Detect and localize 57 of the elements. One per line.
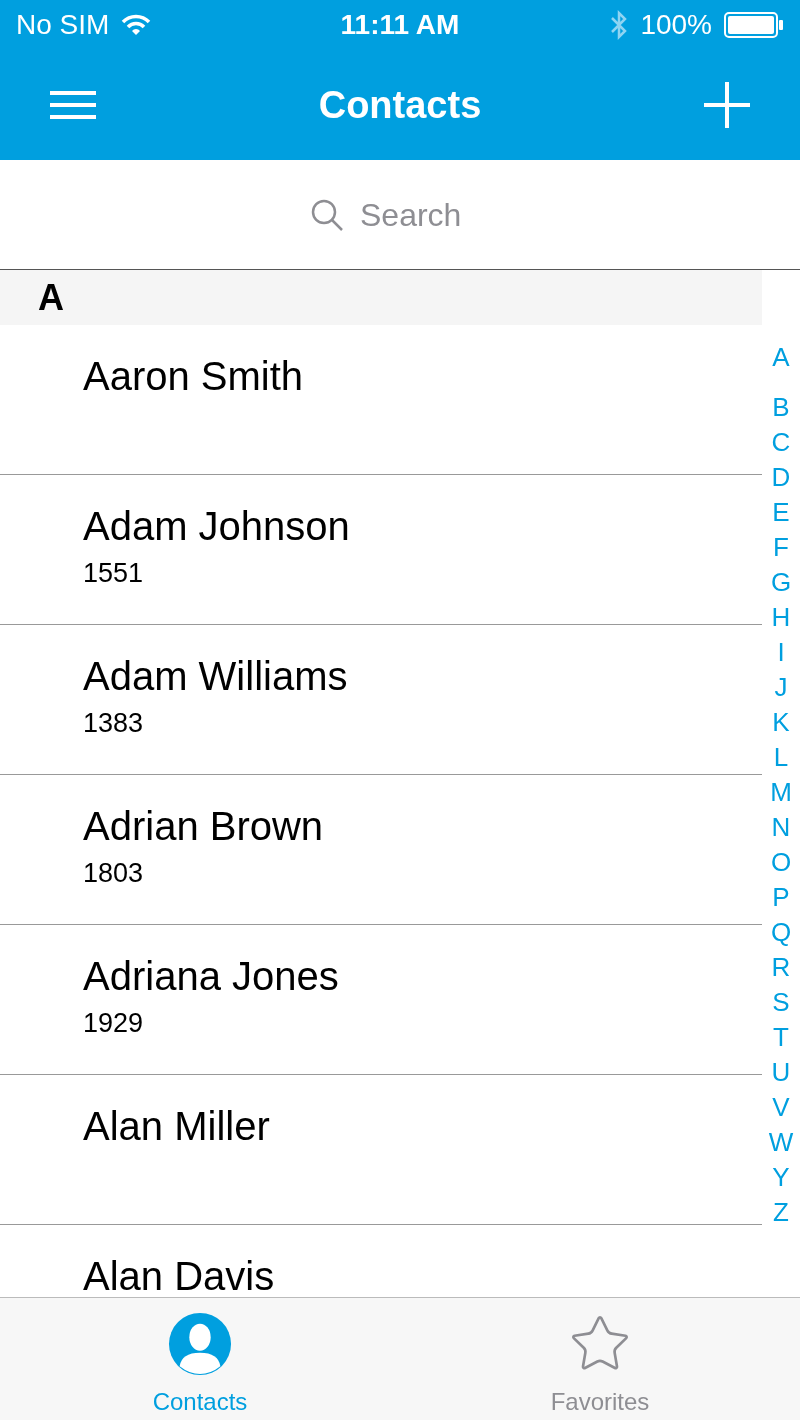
index-letter[interactable]: S: [772, 985, 790, 1020]
index-letter[interactable]: Z: [773, 1195, 789, 1230]
contact-name: Adam Williams: [83, 653, 348, 700]
tab-button[interactable]: Contacts: [100, 1298, 300, 1420]
index-letter[interactable]: M: [770, 775, 792, 810]
contact-row[interactable]: Alan Miller: [0, 1075, 762, 1225]
contact-name: Alan Miller: [83, 1103, 270, 1150]
contact-number: 1803: [83, 857, 144, 890]
contact-name: Adriana Jones: [83, 953, 339, 1000]
index-letter[interactable]: Q: [770, 915, 792, 950]
index-letter[interactable]: E: [772, 495, 790, 530]
contact-row[interactable]: Adriana Jones 1929: [0, 925, 762, 1075]
contact-name: Alan Davis: [83, 1253, 275, 1297]
contact-name: Adam Johnson: [83, 503, 350, 550]
index-letter[interactable]: H: [771, 600, 791, 635]
index-letter[interactable]: C: [771, 425, 791, 460]
contact-row[interactable]: Adam Williams 1383: [0, 625, 762, 775]
index-letter[interactable]: L: [773, 740, 789, 775]
contact-number: 1551: [83, 557, 144, 590]
index-letter[interactable]: R: [771, 950, 791, 985]
menu-button[interactable]: [50, 88, 96, 122]
contact-name: Aaron Smith: [83, 353, 304, 400]
clock-label: 11:11 AM: [340, 8, 460, 42]
contact-name: Adrian Brown: [83, 803, 324, 850]
index-letter[interactable]: F: [773, 530, 789, 565]
index-letter[interactable]: T: [773, 1020, 789, 1055]
contact-row[interactable]: Aaron Smith: [0, 325, 762, 475]
index-letter[interactable]: N: [771, 810, 791, 845]
index-letter[interactable]: B: [772, 390, 790, 425]
wifi-icon: [121, 14, 152, 36]
index-letter[interactable]: J: [774, 670, 788, 705]
contact-row[interactable]: Adrian Brown 1803: [0, 775, 762, 925]
index-letter[interactable]: W: [768, 1125, 794, 1160]
nav-title: Contacts: [318, 82, 482, 128]
battery-icon: [724, 12, 784, 38]
index-letter[interactable]: D: [771, 460, 791, 495]
contact-row[interactable]: Adam Johnson 1551: [0, 475, 762, 625]
add-button[interactable]: [704, 82, 750, 128]
index-letter[interactable]: G: [770, 565, 792, 600]
index-letter[interactable]: Y: [772, 1160, 790, 1195]
search-icon: [310, 197, 344, 232]
index-letter[interactable]: V: [772, 1090, 790, 1125]
contact-number: 1383: [83, 707, 144, 740]
index-letter[interactable]: K: [772, 705, 790, 740]
index-letter[interactable]: I: [777, 635, 785, 670]
search-field[interactable]: Search: [360, 190, 490, 239]
index-letter[interactable]: A: [772, 340, 790, 375]
index-letter[interactable]: P: [772, 880, 790, 915]
battery-label: 100%: [640, 8, 712, 42]
contact-number: 1929: [83, 1007, 144, 1040]
index-letter[interactable]: U: [771, 1055, 791, 1090]
index-letter[interactable]: O: [770, 845, 792, 880]
bluetooth-icon: [610, 10, 629, 40]
carrier-label: No SIM: [16, 8, 110, 42]
section-header: A: [38, 275, 64, 320]
tab-button[interactable]: Favorites: [500, 1298, 700, 1420]
person-icon: [167, 1312, 233, 1376]
